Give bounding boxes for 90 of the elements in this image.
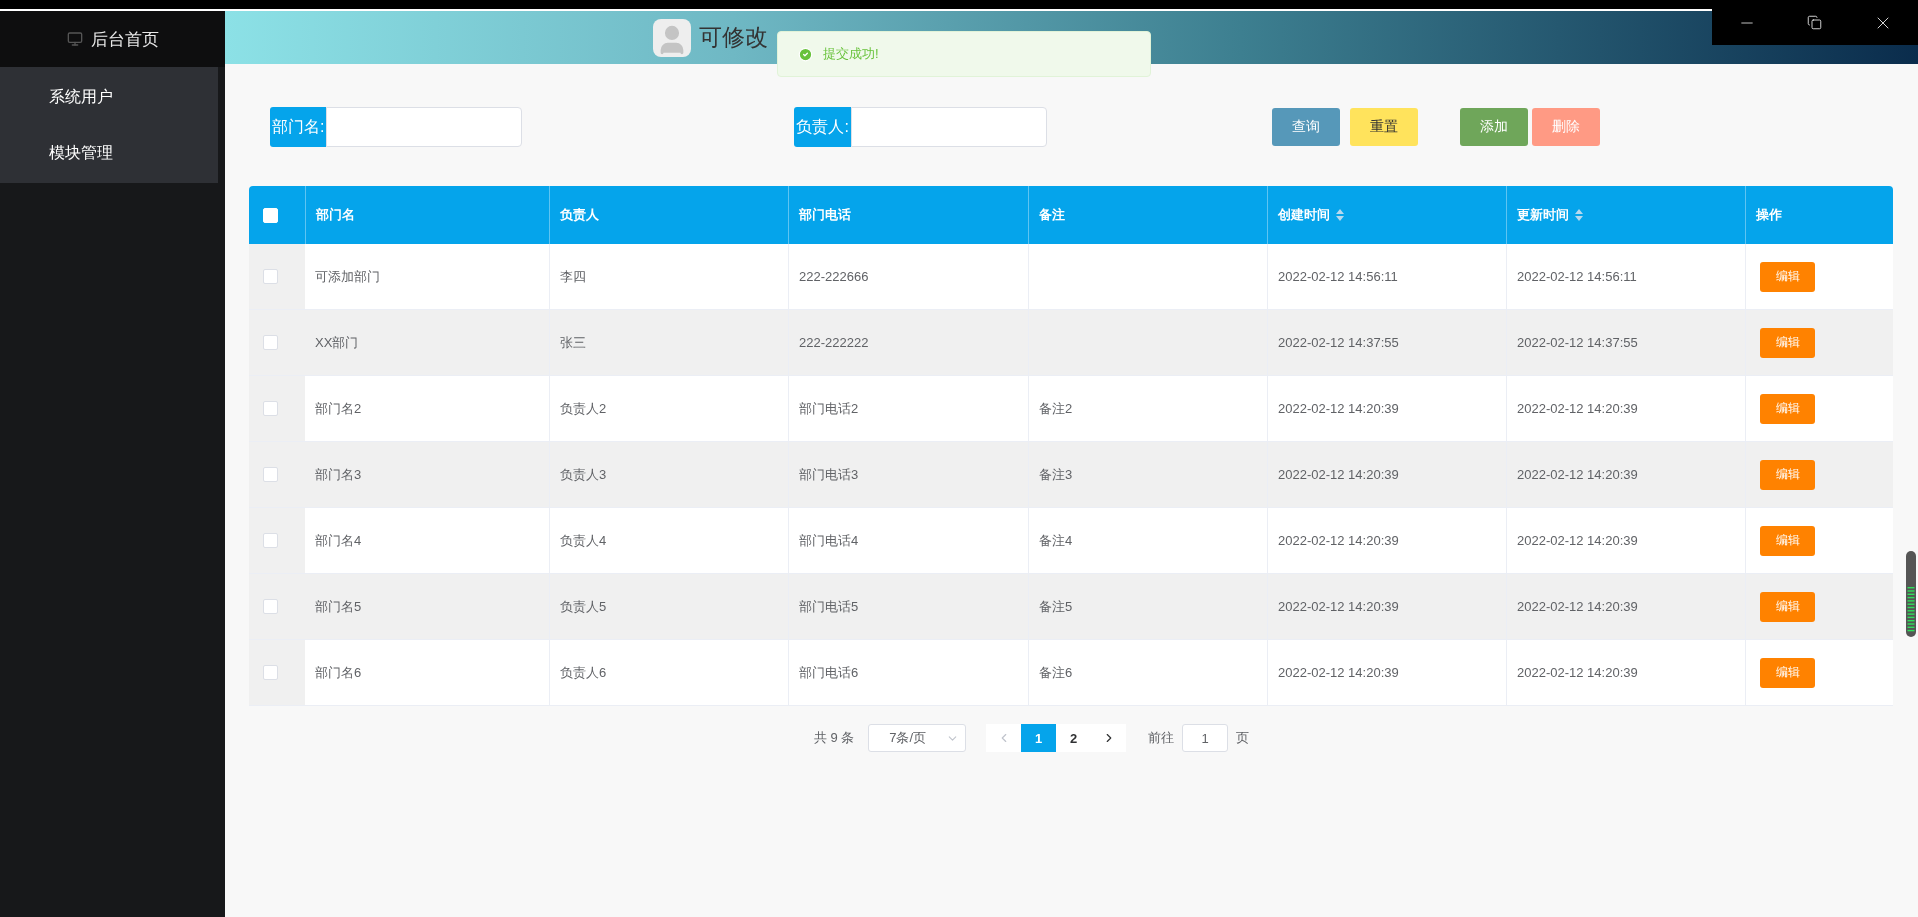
check-icon: [798, 46, 813, 62]
table-cell: 2022-02-12 14:20:39: [1278, 533, 1399, 548]
sort-icon[interactable]: [1336, 209, 1344, 221]
previous-page-button[interactable]: [986, 724, 1022, 752]
goto-page-input[interactable]: 1: [1182, 724, 1229, 752]
page-size-select[interactable]: 7条/页: [868, 724, 967, 752]
column-header: 操作: [1756, 206, 1782, 224]
table-cell: 222-222222: [799, 335, 869, 350]
edit-button[interactable]: 编辑: [1760, 657, 1815, 688]
table-cell: 部门名2: [315, 399, 362, 418]
table-cell: 张三: [560, 333, 586, 352]
row-checkbox[interactable]: [262, 269, 278, 284]
monitor-icon: [66, 31, 83, 47]
table-cell: 备注6: [1039, 663, 1073, 682]
edit-button[interactable]: 编辑: [1760, 261, 1815, 292]
table-cell: 部门电话6: [799, 663, 859, 682]
sort-icon[interactable]: [1575, 209, 1583, 221]
table-cell: XX部门: [315, 333, 359, 352]
page-suffix: 页: [1236, 729, 1250, 747]
column-header: 备注: [1039, 206, 1065, 224]
edit-button[interactable]: 编辑: [1760, 393, 1815, 424]
page-title: 可修改: [699, 23, 768, 52]
row-checkbox[interactable]: [262, 533, 278, 548]
column-header: 部门名: [316, 206, 355, 224]
home-menu-item[interactable]: 后台首页: [0, 11, 225, 67]
table-cell: 部门电话3: [799, 465, 859, 484]
page-button[interactable]: 2: [1056, 724, 1092, 752]
filter-label: 部门名:: [270, 107, 327, 147]
add-button[interactable]: 添加: [1459, 108, 1528, 146]
table-cell: 部门电话2: [799, 399, 859, 418]
select-all-checkbox[interactable]: [262, 207, 278, 223]
row-checkbox[interactable]: [262, 467, 278, 482]
reset-button[interactable]: 重置: [1349, 108, 1418, 146]
table-cell: 负责人3: [560, 465, 607, 484]
query-button[interactable]: 查询: [1271, 108, 1340, 146]
table-cell: 2022-02-12 14:20:39: [1517, 533, 1638, 548]
toast-message: 提交成功!: [823, 45, 879, 63]
table-cell: 2022-02-12 14:20:39: [1517, 599, 1638, 614]
edit-button[interactable]: 编辑: [1760, 525, 1815, 556]
table-cell: 负责人2: [560, 399, 607, 418]
table-cell: 部门名4: [315, 531, 362, 550]
edit-button[interactable]: 编辑: [1760, 591, 1815, 622]
table-cell: 部门名5: [315, 597, 362, 616]
table-cell: 2022-02-12 14:56:11: [1517, 269, 1637, 284]
row-checkbox[interactable]: [262, 665, 278, 680]
table-cell: 负责人4: [560, 531, 607, 550]
edit-button[interactable]: 编辑: [1760, 327, 1815, 358]
delete-button[interactable]: 删除: [1531, 108, 1600, 146]
column-header: 更新时间: [1517, 206, 1569, 224]
table-cell: 备注5: [1039, 597, 1073, 616]
edit-button[interactable]: 编辑: [1760, 459, 1815, 490]
table-cell: 2022-02-12 14:37:55: [1517, 335, 1638, 350]
table-cell: 2022-02-12 14:20:39: [1278, 599, 1399, 614]
sidebar-item[interactable]: 模块管理: [0, 125, 218, 181]
sidebar-item[interactable]: 系统用户: [0, 69, 218, 125]
page-button[interactable]: 1: [1021, 724, 1057, 752]
filter-label: 负责人:: [794, 107, 851, 147]
table-cell: 2022-02-12 14:20:39: [1517, 467, 1638, 482]
table-cell: 2022-02-12 14:56:11: [1278, 269, 1398, 284]
table-cell: 李四: [560, 267, 586, 286]
column-header: 部门电话: [799, 206, 851, 224]
table-cell: 备注4: [1039, 531, 1073, 550]
table-cell: 部门名3: [315, 465, 362, 484]
table-cell: 负责人5: [560, 597, 607, 616]
row-checkbox[interactable]: [262, 401, 278, 416]
total-count: 共 9 条: [813, 729, 855, 747]
table-cell: 2022-02-12 14:20:39: [1278, 665, 1399, 680]
avatar-icon: [653, 18, 691, 57]
row-checkbox[interactable]: [262, 335, 278, 350]
table-cell: 2022-02-12 14:20:39: [1517, 665, 1638, 680]
restore-icon[interactable]: [1806, 15, 1822, 30]
table-cell: 2022-02-12 14:20:39: [1517, 401, 1638, 416]
table-cell: 222-222666: [799, 269, 869, 284]
row-checkbox[interactable]: [262, 599, 278, 614]
table-cell: 部门名6: [315, 663, 362, 682]
table-cell: 可添加部门: [315, 267, 380, 286]
table-cell: 负责人6: [560, 663, 607, 682]
column-header: 负责人: [560, 206, 599, 224]
goto-label: 前往: [1148, 729, 1175, 747]
filter-input[interactable]: [850, 107, 1047, 147]
table-cell: 部门电话4: [799, 531, 859, 550]
table-cell: 部门电话5: [799, 597, 859, 616]
table-cell: 备注3: [1039, 465, 1073, 484]
table-cell: 2022-02-12 14:20:39: [1278, 467, 1399, 482]
table-cell: 2022-02-12 14:37:55: [1278, 335, 1399, 350]
filter-input[interactable]: [326, 107, 523, 147]
next-page-button[interactable]: [1091, 724, 1127, 752]
table-cell: 2022-02-12 14:20:39: [1278, 401, 1399, 416]
table-cell: 备注2: [1039, 399, 1073, 418]
column-header: 创建时间: [1278, 206, 1330, 224]
